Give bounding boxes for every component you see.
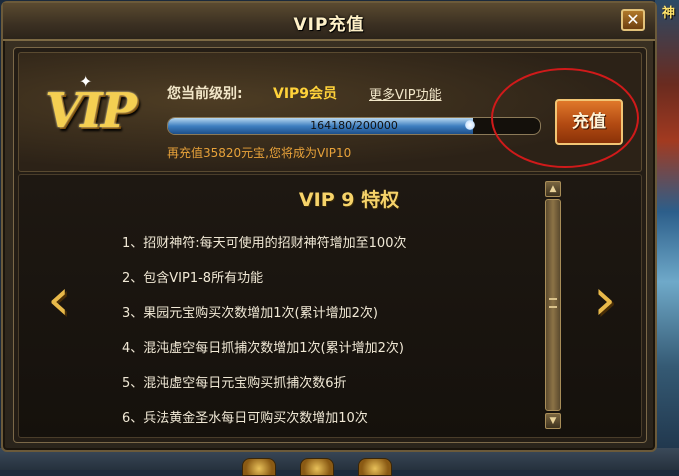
toolbar-knob[interactable]: [358, 458, 392, 476]
grip-icon: [549, 298, 557, 308]
benefit-item: 4、混沌虚空每日抓捕次数增加1次(累计增加2次): [122, 341, 404, 356]
benefit-item: 6、兵法黄金圣水每日可购买次数增加10次: [122, 411, 368, 426]
scroll-up-button[interactable]: ▲: [545, 181, 561, 197]
benefit-item: 5、混沌虚空每日元宝购买抓捕次数6折: [122, 376, 347, 391]
chevron-left-icon[interactable]: ‹: [47, 269, 77, 329]
close-icon: ✕: [626, 10, 640, 29]
benefit-item: 2、包含VIP1-8所有功能: [122, 271, 264, 286]
title-bar: VIP充值 ✕: [3, 3, 655, 41]
benefits-title: VIP 9 特权: [298, 189, 400, 211]
vip-progress-bar: 164180/200000: [167, 117, 541, 135]
progress-text: 164180/200000: [310, 119, 398, 132]
window-title: VIP充值: [293, 15, 365, 35]
current-level-value: VIP9会员: [273, 86, 338, 102]
toolbar-knob[interactable]: [242, 458, 276, 476]
scroll-down-button[interactable]: ▼: [545, 413, 561, 429]
benefits-scrollbar[interactable]: ▲ ▼: [544, 179, 564, 433]
triangle-up-icon: ▲: [549, 184, 557, 194]
scroll-thumb[interactable]: [545, 199, 561, 411]
close-button[interactable]: ✕: [621, 9, 645, 31]
chevron-right-icon[interactable]: ›: [593, 269, 623, 329]
background-scene: [655, 0, 679, 470]
vip-logo: VIP: [45, 83, 137, 139]
upgrade-hint: 再充值35820元宝,您将成为VIP10: [167, 146, 352, 160]
current-level-label: 您当前级别:: [167, 86, 243, 102]
toolbar-knob[interactable]: [300, 458, 334, 476]
triangle-down-icon: ▼: [549, 416, 557, 426]
benefit-item: 3、果园元宝购买次数增加1次(累计增加2次): [122, 306, 378, 321]
background-scene-text: 神: [662, 6, 676, 21]
more-vip-features-link[interactable]: 更多VIP功能: [369, 84, 442, 103]
sparkle-icon: ✦: [79, 72, 93, 91]
annotation-circle: [491, 68, 639, 168]
benefit-item: 1、招财神符:每天可使用的招财神符增加至100次: [122, 236, 407, 251]
vip-benefits-panel: ‹ › VIP 9 特权 1、招财神符:每天可使用的招财神符增加至100次 2、…: [18, 174, 642, 438]
